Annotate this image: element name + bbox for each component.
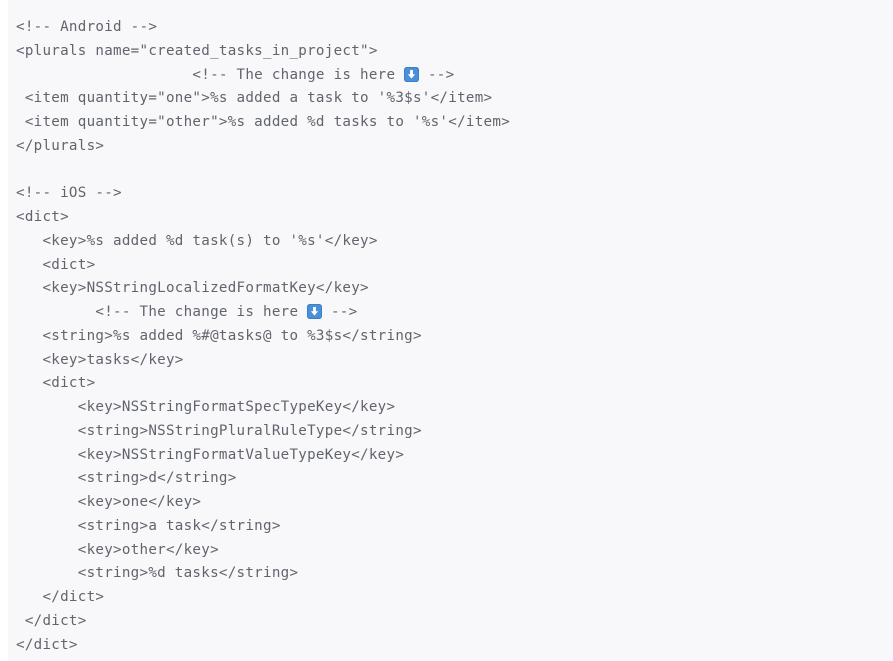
code-line: <string>a task</string> bbox=[16, 517, 281, 534]
code-line: <string>%s added %#@tasks@ to %3$s</stri… bbox=[16, 327, 422, 344]
code-line: </plurals> bbox=[16, 137, 105, 154]
code-line: <item quantity="other">%s added %d tasks… bbox=[16, 114, 511, 130]
code-line: <dict> bbox=[16, 375, 96, 392]
code-line: <!-- iOS --> bbox=[16, 185, 122, 202]
code-line: <key>one</key> bbox=[16, 494, 202, 510]
code-line: <!-- Android --> bbox=[16, 19, 158, 35]
code-line: <dict> bbox=[16, 209, 69, 225]
code-line: <item quantity="one">%s added a task to … bbox=[16, 90, 493, 107]
code-line: <string>%d tasks</string> bbox=[16, 565, 299, 582]
code-line: <key>NSStringFormatValueTypeKey</key> bbox=[16, 446, 405, 463]
down-arrow-icon bbox=[307, 304, 323, 319]
code-line: </dict> bbox=[16, 636, 78, 653]
down-arrow-icon bbox=[404, 66, 420, 82]
code-line: <string>NSStringPluralRuleType</string> bbox=[16, 422, 422, 439]
code-line: <dict> bbox=[16, 256, 96, 273]
code-line: <string>d</string> bbox=[16, 470, 237, 487]
code-line: <plurals name="created_tasks_in_project"… bbox=[16, 42, 378, 59]
code-text-after-icon: --> bbox=[322, 304, 358, 320]
code-line: <key>tasks</key> bbox=[16, 351, 184, 368]
code-line: <!-- The change is here --> bbox=[8, 301, 893, 325]
code-line: </dict> bbox=[16, 612, 87, 629]
code-text-after-icon: --> bbox=[419, 66, 455, 83]
code-line: <key>NSStringLocalizedFormatKey</key> bbox=[16, 280, 369, 297]
code-line: <key>other</key> bbox=[16, 541, 219, 558]
code-text-before-icon: <!-- The change is here bbox=[16, 304, 308, 320]
code-line: <key>NSStringFormatSpecTypeKey</key> bbox=[16, 399, 396, 415]
code-line: <key>%s added %d task(s) to '%s'</key> bbox=[16, 232, 378, 249]
code-block: <!-- Android --> <plurals name="created_t… bbox=[0, 0, 893, 661]
code-line: <!-- The change is here --> bbox=[8, 64, 893, 88]
code-text-before-icon: <!-- The change is here bbox=[16, 66, 405, 83]
code-line: </dict> bbox=[16, 589, 105, 605]
